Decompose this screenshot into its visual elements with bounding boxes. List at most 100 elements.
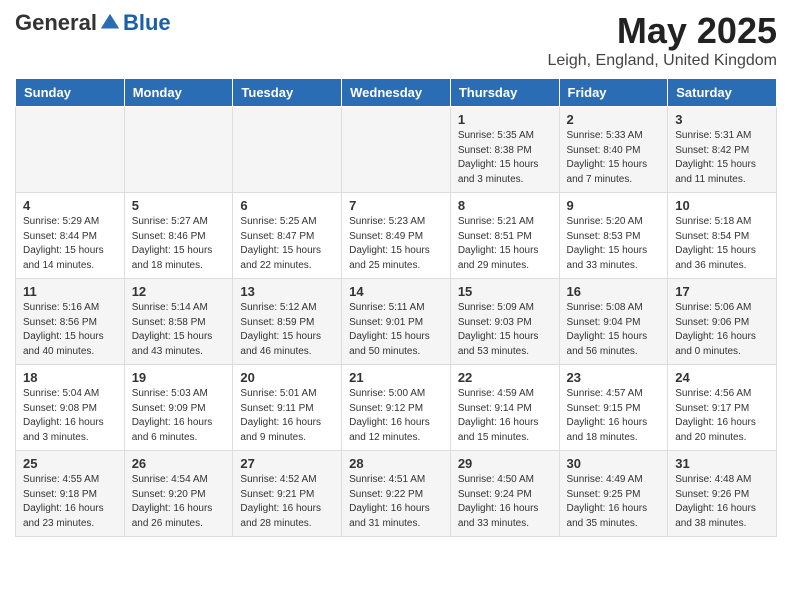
calendar-cell: 21 Sunrise: 5:00 AM Sunset: 9:12 PM Dayli… <box>342 365 451 451</box>
title-area: May 2025 Leigh, England, United Kingdom <box>548 10 778 70</box>
day-header-thursday: Thursday <box>450 79 559 107</box>
calendar-cell: 18 Sunrise: 5:04 AM Sunset: 9:08 PM Dayli… <box>16 365 125 451</box>
day-header-saturday: Saturday <box>668 79 777 107</box>
day-header-friday: Friday <box>559 79 668 107</box>
day-header-monday: Monday <box>124 79 233 107</box>
day-number: 10 <box>675 198 769 213</box>
day-info: Sunrise: 5:00 AM Sunset: 9:12 PM Dayligh… <box>349 387 443 445</box>
day-info: Sunrise: 5:04 AM Sunset: 9:08 PM Dayligh… <box>23 387 117 445</box>
month-title: May 2025 <box>548 10 778 52</box>
calendar-cell: 22 Sunrise: 4:59 AM Sunset: 9:14 PM Dayli… <box>450 365 559 451</box>
calendar-body: 1Sunrise: 5:35 AM Sunset: 8:38 PM Daylig… <box>16 107 777 537</box>
day-number: 13 <box>240 284 334 299</box>
day-info: Sunrise: 4:51 AM Sunset: 9:22 PM Dayligh… <box>349 473 443 531</box>
day-number: 18 <box>23 370 117 385</box>
week-row-3: 11 Sunrise: 5:16 AM Sunset: 8:56 PM Dayli… <box>16 279 777 365</box>
day-info: Sunrise: 5:23 AM Sunset: 8:49 PM Dayligh… <box>349 215 443 273</box>
calendar-cell: 16 Sunrise: 5:08 AM Sunset: 9:04 PM Dayli… <box>559 279 668 365</box>
calendar-cell: 9 Sunrise: 5:20 AM Sunset: 8:53 PM Daylig… <box>559 193 668 279</box>
day-info: Sunrise: 4:55 AM Sunset: 9:18 PM Dayligh… <box>23 473 117 531</box>
calendar-cell: 6 Sunrise: 5:25 AM Sunset: 8:47 PM Daylig… <box>233 193 342 279</box>
calendar-cell: 23Sunrise: 4:57 AM Sunset: 9:15 PM Dayli… <box>559 365 668 451</box>
day-info: Sunrise: 4:52 AM Sunset: 9:21 PM Dayligh… <box>240 473 334 531</box>
day-info: Sunrise: 5:09 AM Sunset: 9:03 PM Dayligh… <box>458 301 552 359</box>
location: Leigh, England, United Kingdom <box>548 52 778 70</box>
day-info: Sunrise: 5:20 AM Sunset: 8:53 PM Dayligh… <box>567 215 661 273</box>
day-info: Sunrise: 4:57 AM Sunset: 9:15 PM Dayligh… <box>567 387 661 445</box>
day-number: 4 <box>23 198 117 213</box>
day-number: 15 <box>458 284 552 299</box>
calendar-cell: 31 Sunrise: 4:48 AM Sunset: 9:26 PM Dayli… <box>668 451 777 537</box>
day-number: 26 <box>132 456 226 471</box>
day-number: 2 <box>567 112 661 127</box>
day-number: 20 <box>240 370 334 385</box>
day-info: Sunrise: 5:27 AM Sunset: 8:46 PM Dayligh… <box>132 215 226 273</box>
day-info: Sunrise: 4:56 AM Sunset: 9:17 PM Dayligh… <box>675 387 769 445</box>
logo-blue-text: Blue <box>123 10 171 36</box>
day-info: Sunrise: 4:59 AM Sunset: 9:14 PM Dayligh… <box>458 387 552 445</box>
calendar-cell: 29Sunrise: 4:50 AM Sunset: 9:24 PM Dayli… <box>450 451 559 537</box>
day-info: Sunrise: 5:31 AM Sunset: 8:42 PM Dayligh… <box>675 129 769 187</box>
page-header: General Blue May 2025 Leigh, England, Un… <box>15 10 777 70</box>
day-number: 30 <box>567 456 661 471</box>
calendar-cell: 13 Sunrise: 5:12 AM Sunset: 8:59 PM Dayli… <box>233 279 342 365</box>
day-number: 6 <box>240 198 334 213</box>
day-number: 5 <box>132 198 226 213</box>
day-info: Sunrise: 4:48 AM Sunset: 9:26 PM Dayligh… <box>675 473 769 531</box>
calendar-cell: 1Sunrise: 5:35 AM Sunset: 8:38 PM Daylig… <box>450 107 559 193</box>
day-number: 17 <box>675 284 769 299</box>
calendar-cell: 4 Sunrise: 5:29 AM Sunset: 8:44 PM Daylig… <box>16 193 125 279</box>
day-info: Sunrise: 5:25 AM Sunset: 8:47 PM Dayligh… <box>240 215 334 273</box>
calendar-cell: 10Sunrise: 5:18 AM Sunset: 8:54 PM Dayli… <box>668 193 777 279</box>
day-number: 25 <box>23 456 117 471</box>
calendar-cell: 25 Sunrise: 4:55 AM Sunset: 9:18 PM Dayli… <box>16 451 125 537</box>
logo-general-text: General <box>15 10 97 36</box>
calendar-cell <box>124 107 233 193</box>
day-number: 12 <box>132 284 226 299</box>
day-number: 27 <box>240 456 334 471</box>
day-number: 7 <box>349 198 443 213</box>
day-number: 16 <box>567 284 661 299</box>
day-header-wednesday: Wednesday <box>342 79 451 107</box>
calendar-cell: 27 Sunrise: 4:52 AM Sunset: 9:21 PM Dayli… <box>233 451 342 537</box>
day-number: 29 <box>458 456 552 471</box>
day-number: 8 <box>458 198 552 213</box>
day-info: Sunrise: 4:49 AM Sunset: 9:25 PM Dayligh… <box>567 473 661 531</box>
week-row-5: 25 Sunrise: 4:55 AM Sunset: 9:18 PM Dayli… <box>16 451 777 537</box>
day-number: 11 <box>23 284 117 299</box>
calendar-cell: 26Sunrise: 4:54 AM Sunset: 9:20 PM Dayli… <box>124 451 233 537</box>
calendar-cell: 17 Sunrise: 5:06 AM Sunset: 9:06 PM Dayli… <box>668 279 777 365</box>
day-number: 21 <box>349 370 443 385</box>
calendar-cell: 30 Sunrise: 4:49 AM Sunset: 9:25 PM Dayli… <box>559 451 668 537</box>
day-info: Sunrise: 5:29 AM Sunset: 8:44 PM Dayligh… <box>23 215 117 273</box>
day-info: Sunrise: 5:16 AM Sunset: 8:56 PM Dayligh… <box>23 301 117 359</box>
calendar-cell: 5 Sunrise: 5:27 AM Sunset: 8:46 PM Daylig… <box>124 193 233 279</box>
day-info: Sunrise: 5:12 AM Sunset: 8:59 PM Dayligh… <box>240 301 334 359</box>
calendar-header: SundayMondayTuesdayWednesdayThursdayFrid… <box>16 79 777 107</box>
day-number: 9 <box>567 198 661 213</box>
day-info: Sunrise: 5:08 AM Sunset: 9:04 PM Dayligh… <box>567 301 661 359</box>
day-info: Sunrise: 5:03 AM Sunset: 9:09 PM Dayligh… <box>132 387 226 445</box>
day-header-tuesday: Tuesday <box>233 79 342 107</box>
calendar-cell: 24 Sunrise: 4:56 AM Sunset: 9:17 PM Dayli… <box>668 365 777 451</box>
day-info: Sunrise: 5:06 AM Sunset: 9:06 PM Dayligh… <box>675 301 769 359</box>
calendar-cell: 2Sunrise: 5:33 AM Sunset: 8:40 PM Daylig… <box>559 107 668 193</box>
week-row-1: 1Sunrise: 5:35 AM Sunset: 8:38 PM Daylig… <box>16 107 777 193</box>
day-number: 19 <box>132 370 226 385</box>
calendar-cell: 15 Sunrise: 5:09 AM Sunset: 9:03 PM Dayli… <box>450 279 559 365</box>
day-number: 24 <box>675 370 769 385</box>
day-info: Sunrise: 5:11 AM Sunset: 9:01 PM Dayligh… <box>349 301 443 359</box>
calendar-cell: 3Sunrise: 5:31 AM Sunset: 8:42 PM Daylig… <box>668 107 777 193</box>
day-number: 31 <box>675 456 769 471</box>
day-header-sunday: Sunday <box>16 79 125 107</box>
day-number: 22 <box>458 370 552 385</box>
calendar-cell: 20Sunrise: 5:01 AM Sunset: 9:11 PM Dayli… <box>233 365 342 451</box>
calendar-table: SundayMondayTuesdayWednesdayThursdayFrid… <box>15 78 777 537</box>
calendar-cell <box>16 107 125 193</box>
calendar-cell: 14Sunrise: 5:11 AM Sunset: 9:01 PM Dayli… <box>342 279 451 365</box>
day-info: Sunrise: 5:21 AM Sunset: 8:51 PM Dayligh… <box>458 215 552 273</box>
day-number: 1 <box>458 112 552 127</box>
calendar-cell: 11 Sunrise: 5:16 AM Sunset: 8:56 PM Dayli… <box>16 279 125 365</box>
calendar-cell: 19 Sunrise: 5:03 AM Sunset: 9:09 PM Dayli… <box>124 365 233 451</box>
day-info: Sunrise: 5:14 AM Sunset: 8:58 PM Dayligh… <box>132 301 226 359</box>
